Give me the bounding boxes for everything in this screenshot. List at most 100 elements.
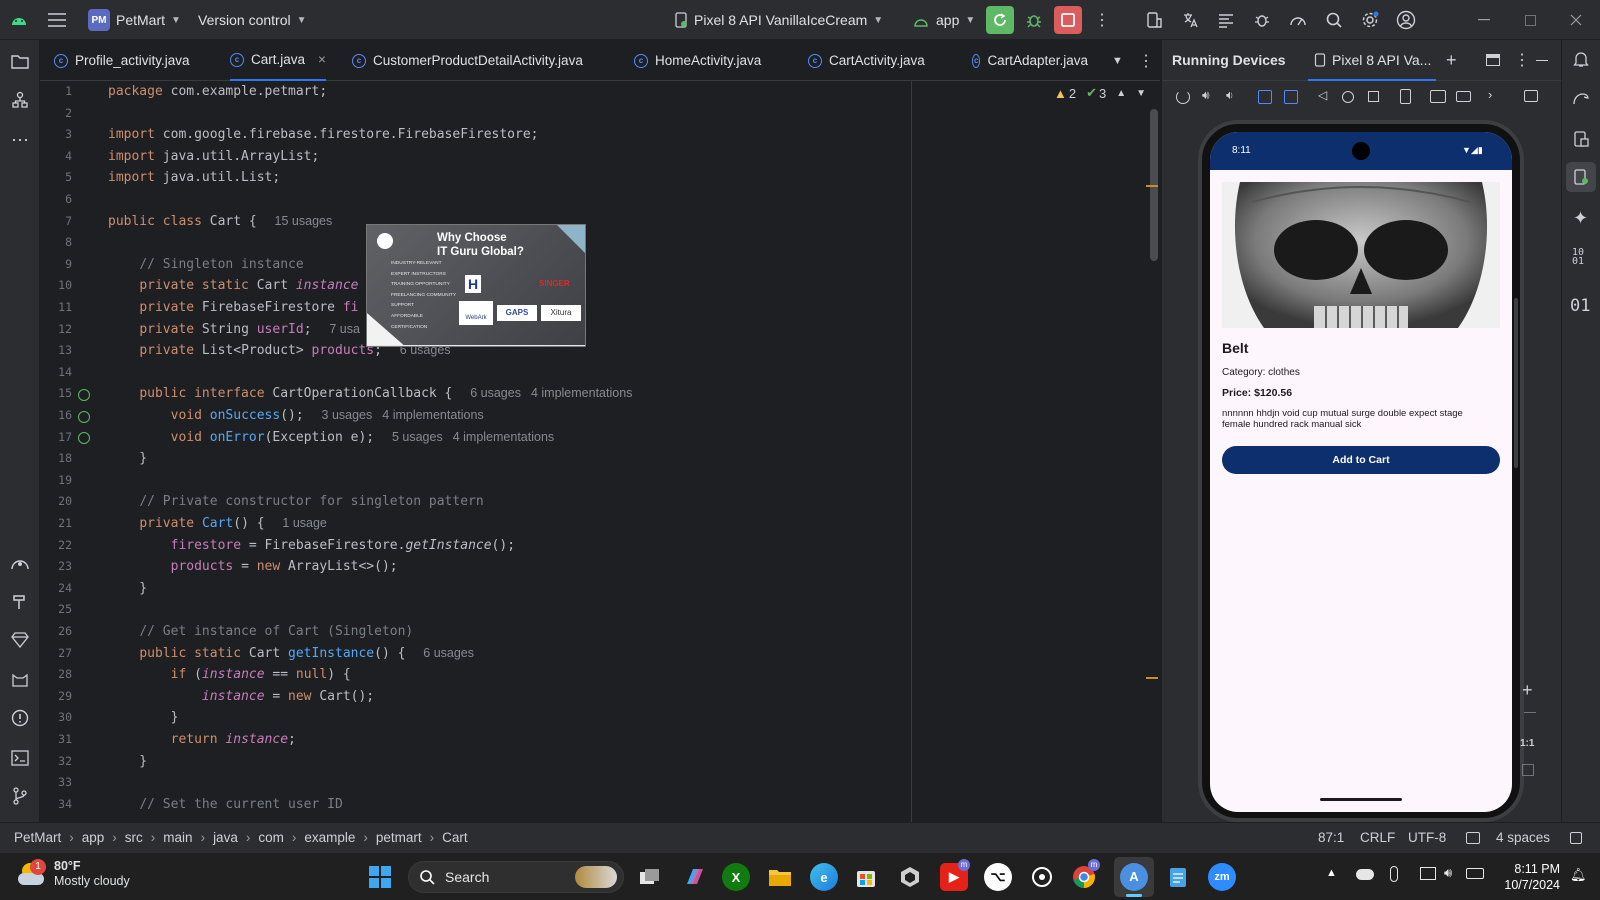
binary-01-icon[interactable]: 01 [1570,296,1590,316]
gradle-elephant-icon[interactable] [1572,90,1590,106]
zoom-actual-size-label[interactable]: 1:1 [1520,738,1534,749]
code-line[interactable]: 22 firestore = FirebaseFirestore.getInst… [40,535,1140,557]
microsoft-store-icon[interactable] [852,863,880,891]
profiler-icon[interactable] [1284,6,1312,34]
warning-stripe-marker[interactable] [1146,185,1158,187]
android-studio-taskbar-item[interactable]: A [1114,857,1154,897]
device-selector[interactable]: Pixel 8 API VanillaIceCream ▼ [674,0,883,40]
stop-button[interactable] [1054,6,1082,34]
gesture-nav-bar[interactable] [1320,798,1402,801]
device-manager-icon[interactable] [1140,6,1168,34]
power-icon[interactable] [1176,90,1190,104]
code-line[interactable]: 7 public class Cart { 15 usages [40,211,1140,233]
mirror-icon[interactable] [1524,90,1538,102]
volume-icon[interactable]: 🔊︎ [1444,865,1452,881]
notepad-icon[interactable] [1164,863,1192,891]
translate-icon[interactable] [1176,6,1204,34]
screen-record-icon[interactable] [1456,91,1471,102]
code-line[interactable]: 23 products = new ArrayList<>(); [40,556,1140,578]
cat-icon[interactable] [8,668,32,692]
tab-home-activity[interactable]: c HomeActivity.java [634,40,761,81]
code-line[interactable]: 20 // Private constructor for singleton … [40,491,1140,513]
maximize-button[interactable] [1516,6,1544,34]
minimize-button[interactable] [1470,6,1498,34]
back-icon[interactable]: ◁ [1318,88,1327,102]
onedrive-cloud-icon[interactable] [1356,869,1374,880]
code-line[interactable]: 18 } [40,448,1140,470]
main-menu-button[interactable] [48,0,66,40]
notifications-bell-icon[interactable] [1572,50,1590,68]
windows-start-icon[interactable] [366,863,394,891]
code-line[interactable]: 12 private String userId; 7 usa [40,319,1140,341]
readonly-toggle-icon[interactable] [1466,832,1480,844]
file-explorer-icon[interactable] [766,863,794,891]
edge-browser-icon[interactable]: e [810,863,838,891]
screenshot-camera-icon[interactable] [1430,90,1446,103]
gem-icon[interactable] [8,628,32,652]
logcat-icon[interactable] [1212,6,1240,34]
git-branch-icon[interactable] [8,784,32,808]
floating-ad-popup[interactable]: Why Choose IT Guru Global? INDUSTRY-RELE… [366,224,586,347]
code-line[interactable]: 9 // Singleton instance [40,254,1140,276]
code-line[interactable]: 29 instance = new Cart(); [40,686,1140,708]
code-line[interactable]: 2 [40,103,1140,125]
code-line[interactable]: 10 private static Cart instance [40,275,1140,297]
code-line[interactable]: 25 [40,599,1140,621]
code-line[interactable]: 15 public interface CartOperationCallbac… [40,383,1140,405]
breadcrumb-item[interactable]: PetMart [14,830,61,845]
code-line[interactable]: 16 void onSuccess(); 3 usages 4 implement… [40,405,1140,427]
implemented-gutter-icon[interactable] [78,389,90,401]
debug-button[interactable] [1020,6,1048,34]
running-devices-toggle[interactable] [1566,162,1596,192]
hide-panel-icon[interactable] [1536,60,1548,62]
more-tools-icon[interactable]: ⋯ [8,128,32,152]
code-line[interactable]: 13 private List<Product> products; 6 usa… [40,340,1140,362]
obs-icon[interactable] [1028,863,1056,891]
code-line[interactable]: 11 private FirebaseFirestore fi [40,297,1140,319]
toolbar-expand-icon[interactable]: › [1488,87,1492,102]
project-selector[interactable]: PM PetMart ▼ [88,0,181,40]
network-icon[interactable] [1420,867,1436,880]
indent-setting[interactable]: 4 spaces [1496,830,1550,845]
code-line[interactable]: 31 return instance; [40,729,1140,751]
zoom-out-icon[interactable] [1524,712,1536,714]
device-scrollbar[interactable] [1514,298,1518,468]
notification-bell-icon[interactable]: 🔔︎ [1570,867,1587,883]
implemented-gutter-icon[interactable] [78,432,90,444]
code-line[interactable]: 32 } [40,751,1140,773]
line-separator[interactable]: CRLF [1360,830,1395,845]
window-layout-icon[interactable] [1486,54,1500,66]
task-view-icon[interactable] [636,863,664,891]
implemented-gutter-icon[interactable] [78,411,90,423]
rotate-left-icon[interactable] [1258,90,1272,104]
chevron-down-icon[interactable]: ▼ [1136,88,1146,99]
binary-10-01-icon[interactable]: 10 01 [1572,248,1584,267]
close-window-button[interactable] [1562,6,1590,34]
tab-cart-activity[interactable]: c CartActivity.java [808,40,925,81]
chevron-up-icon[interactable]: ▲ [1116,88,1126,99]
vcs-menu[interactable]: Version control ▼ [198,0,307,40]
code-line[interactable]: 28 if (instance == null) { [40,664,1140,686]
breadcrumb-item[interactable]: com [258,830,284,845]
tab-profile-activity[interactable]: c Profile_activity.java [54,40,190,81]
code-line[interactable]: 27 public static Cart getInstance() { 6 … [40,643,1140,665]
code-line[interactable]: 34 // Set the current user ID [40,794,1140,816]
lock-icon[interactable] [1570,832,1582,844]
breadcrumb-item[interactable]: Cart [442,830,468,845]
gemini-sparkle-icon[interactable]: ✦ [1573,208,1588,229]
more-actions-icon[interactable]: ⋮ [1088,6,1116,34]
taskbar-clock[interactable]: 8:11 PM 10/7/2024 [1500,861,1560,893]
overview-icon[interactable] [1368,91,1379,102]
tabs-more-icon[interactable]: ⋮ [1138,40,1154,81]
panel-more-icon[interactable]: ⋮ [1514,50,1530,70]
terminal-icon[interactable] [8,746,32,770]
code-line[interactable]: 5 import java.util.List; [40,167,1140,189]
structure-icon[interactable] [8,88,32,112]
tray-chevron-up-icon[interactable]: ▲ [1326,867,1337,879]
code-line[interactable]: 21 private Cart() { 1 usage [40,513,1140,535]
code-line[interactable]: 17 void onError(Exception e); 5 usages 4 … [40,427,1140,449]
tab-cart-adapter[interactable]: c CartAdapter.java [972,40,1088,81]
file-encoding[interactable]: UTF-8 [1408,830,1446,845]
settings-gear-icon[interactable] [1356,6,1384,34]
problems-icon[interactable] [8,706,32,730]
